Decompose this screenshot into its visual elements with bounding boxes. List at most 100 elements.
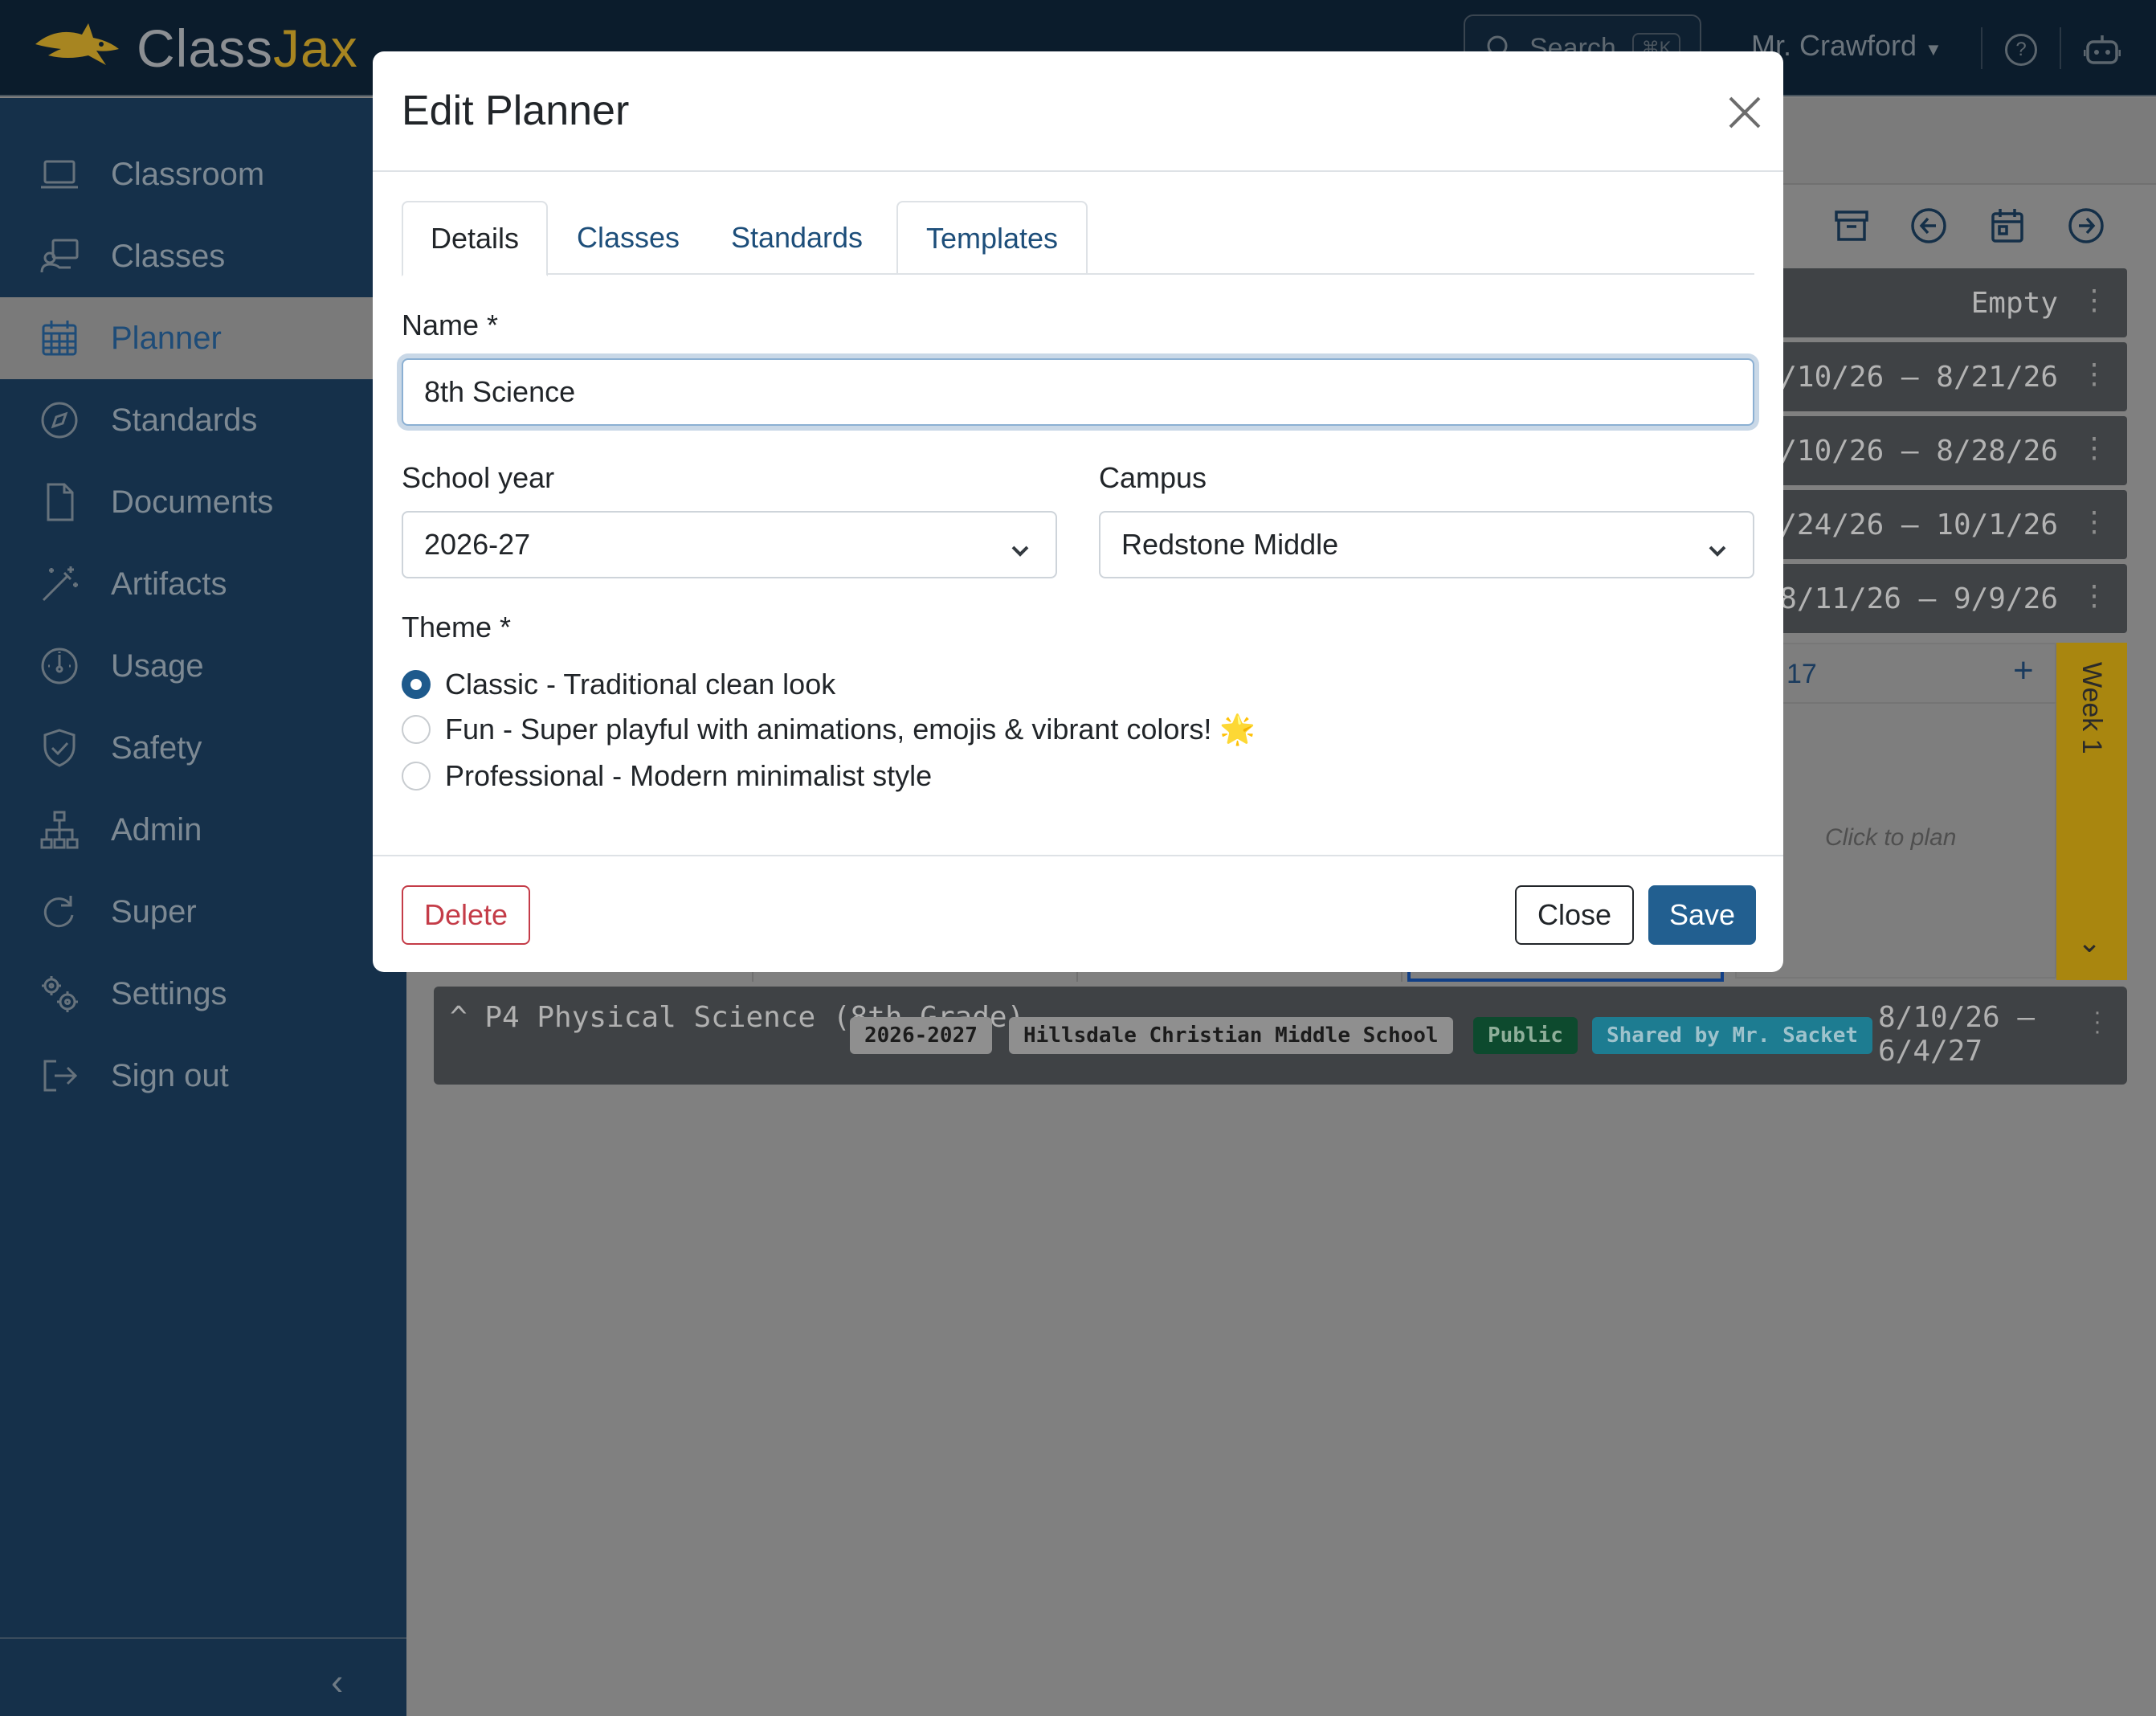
magic-wand-icon	[37, 562, 82, 607]
classjax-logo[interactable]: ClassJax	[32, 18, 358, 79]
edit-planner-modal: Edit Planner Details Classes Standards T…	[373, 51, 1783, 972]
calendar-grid-icon	[37, 316, 82, 361]
sidebar-item-planner[interactable]: Planner	[0, 297, 406, 379]
sidebar-item-admin[interactable]: Admin	[0, 789, 406, 871]
nav-divider	[1981, 27, 1982, 69]
radio-button[interactable]	[402, 762, 431, 791]
planner-row-text: /10/26 – 8/28/26	[1779, 434, 2058, 468]
laptop-icon	[37, 152, 82, 197]
week-label: Week 1	[2076, 662, 2107, 754]
column-divider	[752, 970, 753, 982]
chevron-down-icon[interactable]: ⌄	[2077, 925, 2101, 959]
sidebar-footer-divider	[0, 1637, 406, 1639]
sidebar-item-label: Documents	[111, 484, 274, 520]
campus-select[interactable]: Redstone Middle	[1099, 511, 1754, 578]
sidebar-item-classroom[interactable]: Classroom	[0, 133, 406, 215]
kebab-menu-icon[interactable]: · · ·	[2093, 1000, 2101, 1044]
sidebar: Classroom Classes Planner Standards Docu…	[0, 98, 406, 1716]
theme-option-label: Fun - Super playful with animations, emo…	[445, 713, 1212, 746]
sidebar-item-label: Settings	[111, 975, 227, 1011]
planner-row[interactable]: Empty · · ·	[1735, 268, 2127, 337]
week-tab[interactable]: Week 1 ⌄	[2056, 643, 2127, 980]
close-button[interactable]: Close	[1515, 885, 1634, 945]
modal-title: Edit Planner	[402, 88, 630, 134]
sidebar-item-sign-out[interactable]: Sign out	[0, 1035, 406, 1117]
name-input[interactable]	[402, 358, 1754, 426]
caret-down-icon: ▼	[1925, 39, 1942, 59]
sidebar-item-label: Planner	[111, 320, 222, 356]
theme-option-classic[interactable]: Classic - Traditional clean look	[402, 665, 835, 704]
visibility-badge: Public	[1473, 1017, 1578, 1054]
campus-label: Campus	[1099, 461, 1207, 494]
archive-icon[interactable]	[1831, 206, 1872, 246]
school-badge: Hillsdale Christian Middle School	[1009, 1017, 1453, 1054]
kebab-menu-icon[interactable]: · · ·	[2087, 280, 2101, 324]
shark-logo-icon	[35, 23, 119, 65]
sign-out-icon	[37, 1053, 82, 1098]
kebab-menu-icon[interactable]: · · ·	[2087, 576, 2101, 619]
delete-button[interactable]: Delete	[402, 885, 530, 945]
sidebar-item-super[interactable]: Super	[0, 871, 406, 953]
tab-details[interactable]: Details	[402, 201, 548, 276]
logo-text-jax: Jax	[273, 18, 358, 78]
sidebar-item-label: Classes	[111, 238, 226, 274]
sidebar-item-artifacts[interactable]: Artifacts	[0, 543, 406, 625]
shared-badge: Shared by Mr. Sacket	[1592, 1017, 1873, 1054]
calendar-today-icon[interactable]	[1987, 206, 2027, 246]
help-icon[interactable]: ?	[2005, 34, 2037, 66]
kebab-menu-icon[interactable]: · · ·	[2087, 354, 2101, 398]
radio-button[interactable]	[402, 715, 431, 744]
radio-button[interactable]	[402, 670, 431, 699]
school-year-select[interactable]: 2026-27	[402, 511, 1057, 578]
nav-divider	[2060, 27, 2061, 69]
sidebar-item-documents[interactable]: Documents	[0, 461, 406, 543]
chevron-up-icon[interactable]: ^	[450, 1001, 484, 1034]
school-year-value: 2026-27	[424, 528, 531, 561]
teacher-board-icon	[37, 234, 82, 279]
document-icon	[37, 480, 82, 525]
tab-standards[interactable]: Standards	[708, 201, 885, 275]
close-icon[interactable]	[1722, 90, 1767, 135]
add-icon[interactable]: +	[2013, 651, 2034, 691]
logo-text-class: Class	[137, 18, 274, 78]
column-divider	[1401, 970, 1403, 982]
tab-classes[interactable]: Classes	[548, 201, 708, 275]
next-week-icon[interactable]	[2066, 206, 2106, 246]
sidebar-item-usage[interactable]: Usage	[0, 625, 406, 707]
click-to-plan-hint[interactable]: Click to plan	[1825, 824, 1956, 852]
planner-row-p4[interactable]: ^ P4 Physical Science (8th Grade) 2026-2…	[434, 987, 2127, 1085]
save-button[interactable]: Save	[1648, 885, 1756, 945]
glowing-star-emoji: 🌟	[1219, 713, 1256, 746]
kebab-menu-icon[interactable]: · · ·	[2087, 502, 2101, 545]
sidebar-item-label: Classroom	[111, 156, 265, 192]
calendar-day-cell[interactable]: 17 + Click to plan	[1735, 643, 2058, 979]
sidebar-item-settings[interactable]: Settings	[0, 953, 406, 1035]
planner-dates: 8/10/26 – 6/4/27	[1878, 1001, 2036, 1068]
divider	[1737, 702, 2058, 704]
modal-header: Edit Planner	[373, 51, 1783, 172]
sidebar-item-classes[interactable]: Classes	[0, 215, 406, 297]
chevron-down-icon	[1009, 535, 1031, 558]
sidebar-item-label: Admin	[111, 811, 202, 848]
planner-row[interactable]: /10/26 – 8/28/26 · · ·	[1735, 416, 2127, 485]
theme-option-professional[interactable]: Professional - Modern minimalist style	[402, 757, 932, 795]
theme-option-fun[interactable]: Fun - Super playful with animations, emo…	[402, 710, 1256, 749]
theme-option-label: Classic - Traditional clean look	[445, 668, 836, 701]
planner-row[interactable]: /24/26 – 10/1/26 · · ·	[1735, 490, 2127, 559]
kebab-menu-icon[interactable]: · · ·	[2087, 428, 2101, 472]
planner-row[interactable]: 8/11/26 – 9/9/26 · · ·	[1735, 564, 2127, 633]
theme-label: Theme *	[402, 611, 512, 644]
sidebar-item-standards[interactable]: Standards	[0, 379, 406, 461]
sidebar-item-label: Sign out	[111, 1057, 229, 1093]
planner-row[interactable]: /10/26 – 8/21/26 · · ·	[1735, 342, 2127, 411]
campus-value: Redstone Middle	[1121, 528, 1339, 561]
theme-option-label: Professional - Modern minimalist style	[445, 759, 933, 792]
tab-templates[interactable]: Templates	[896, 201, 1088, 275]
sidebar-item-safety[interactable]: Safety	[0, 707, 406, 789]
compass-icon	[37, 398, 82, 443]
previous-week-icon[interactable]	[1909, 206, 1949, 246]
org-chart-icon	[37, 807, 82, 852]
collapse-sidebar-button[interactable]: ‹	[331, 1660, 343, 1703]
sidebar-item-label: Safety	[111, 729, 202, 766]
robot-assistant-icon[interactable]	[2083, 32, 2121, 72]
